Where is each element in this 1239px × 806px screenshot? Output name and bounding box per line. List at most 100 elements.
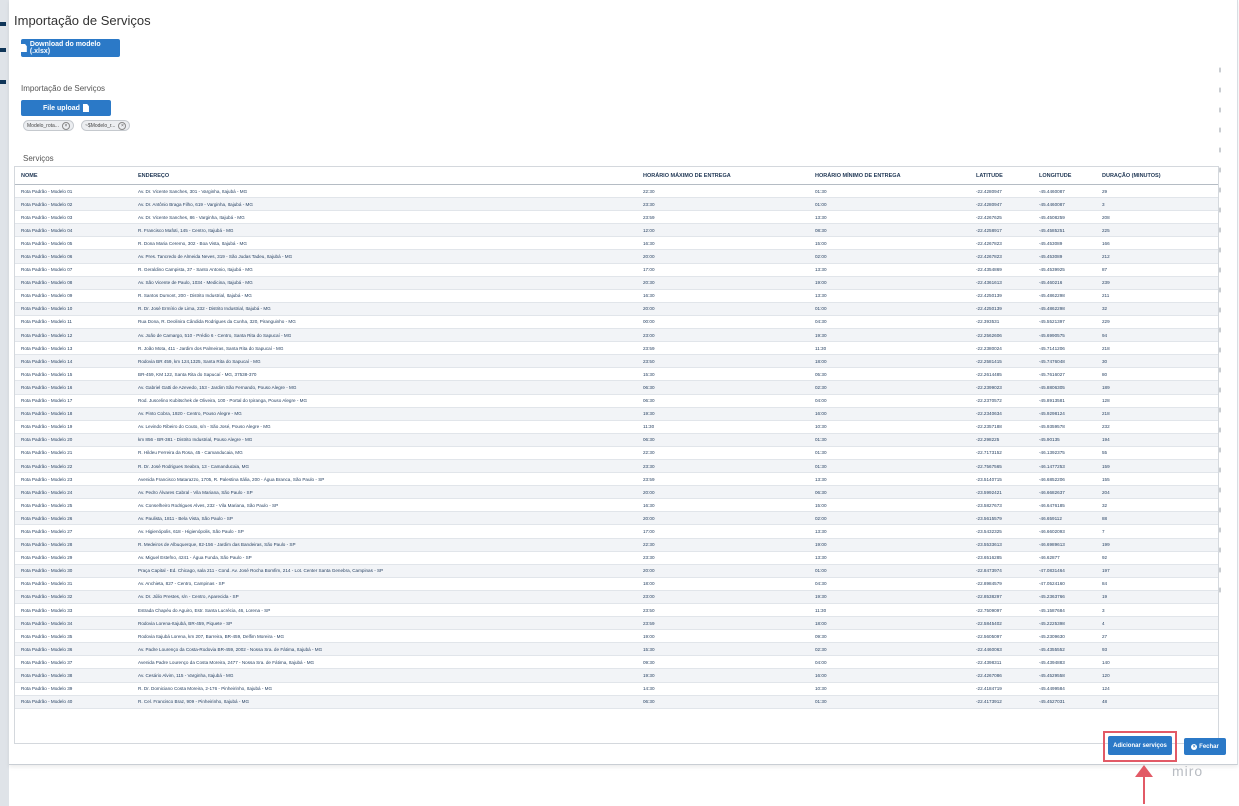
table-row[interactable]: Rota Padrão - Modelo 12 Av. João de Camar…	[15, 328, 1218, 343]
table-cell: 87	[1096, 263, 1218, 277]
table-row[interactable]: Rota Padrão - Modelo 01 Av. Dr. Vicente S…	[15, 184, 1218, 199]
remove-file-icon[interactable]: ×	[61, 121, 70, 130]
remove-file-icon[interactable]: ×	[118, 121, 127, 130]
table-row[interactable]: Rota Padrão - Modelo 18 Av. Pinto Cobra, …	[15, 407, 1218, 421]
table-row[interactable]: Rota Padrão - Modelo 06 Av. Pres. Tancred…	[15, 249, 1218, 264]
table-cell: 92	[1096, 551, 1218, 565]
table-cell: Rota Padrão - Modelo 29	[15, 551, 132, 565]
table-row[interactable]: Rota Padrão - Modelo 22 R. Dr. José Rodri…	[15, 459, 1218, 474]
table-row[interactable]: Rota Padrão - Modelo 24 Av. Pedro Álvares…	[15, 485, 1218, 500]
table-cell: 93	[1096, 642, 1218, 657]
table-cell: -45.4355552	[1033, 642, 1096, 657]
table-cell: 06:30	[809, 485, 970, 500]
table-cell: -45.4394883	[1033, 655, 1096, 670]
table-cell: -46.62877	[1033, 551, 1096, 565]
table-cell: -23.5140715	[970, 472, 1033, 487]
table-row[interactable]: Rota Padrão - Modelo 40 R. Cel. Francisco…	[15, 695, 1218, 709]
table-cell: 232	[1096, 420, 1218, 434]
table-row[interactable]: Rota Padrão - Modelo 11 Rua Dona, R. Deol…	[15, 315, 1218, 330]
table-cell: -46.6989613	[1033, 538, 1096, 552]
file-upload-button[interactable]: File upload	[21, 100, 111, 116]
table-cell: 18:00	[809, 354, 970, 369]
table-row[interactable]: Rota Padrão - Modelo 26 Av. Paulista, 181…	[15, 511, 1218, 526]
table-row[interactable]: Rota Padrão - Modelo 30 Praça Capital - E…	[15, 564, 1218, 578]
table-cell: -22.4280947	[970, 197, 1033, 212]
table-row[interactable]: Rota Padrão - Modelo 10 R. Dr. José Ermír…	[15, 302, 1218, 316]
table-cell: 01:00	[809, 302, 970, 316]
table-row[interactable]: Rota Padrão - Modelo 09 R. Santos Dumont,…	[15, 289, 1218, 303]
table-cell: Rota Padrão - Modelo 03	[15, 210, 132, 225]
table-cell: Rota Padrão - Modelo 21	[15, 446, 132, 460]
table-cell: -45.4862298	[1033, 289, 1096, 303]
column-header-duracao[interactable]: DURAÇÃO (MINUTOS)	[1096, 167, 1218, 185]
table-row[interactable]: Rota Padrão - Modelo 08 Av. São Vicente d…	[15, 276, 1218, 290]
table-cell: 16:00	[809, 668, 970, 683]
table-row[interactable]: Rota Padrão - Modelo 28 R. Medeiros de Al…	[15, 538, 1218, 552]
table-cell: -45.460216	[1033, 276, 1096, 290]
add-services-button[interactable]: Adicionar serviços	[1108, 736, 1172, 755]
table-row[interactable]: Rota Padrão - Modelo 33 Estrada Chapéu do…	[15, 603, 1218, 618]
table-row[interactable]: Rota Padrão - Modelo 21 R. Hildeu Ferreir…	[15, 446, 1218, 460]
table-cell: -45.4529558	[1033, 668, 1096, 683]
table-row[interactable]: Rota Padrão - Modelo 34 Rodovia Lorena-It…	[15, 616, 1218, 631]
table-row[interactable]: Rota Padrão - Modelo 23 Avenida Francisco…	[15, 472, 1218, 487]
table-row[interactable]: Rota Padrão - Modelo 32 Av. Dr. Júlio Pre…	[15, 590, 1218, 605]
table-row[interactable]: Rota Padrão - Modelo 03 Av. Dr. Vicente S…	[15, 210, 1218, 225]
table-cell: 15:00	[809, 236, 970, 251]
table-row[interactable]: Rota Padrão - Modelo 25 Av. Conselheiro R…	[15, 498, 1218, 513]
uploaded-file-chip[interactable]: ~$Modelo_r... ×	[81, 120, 131, 131]
table-row[interactable]: Rota Padrão - Modelo 31 Av. Anchieta, 827…	[15, 577, 1218, 591]
table-row[interactable]: Rota Padrão - Modelo 19 Av. Levindo Ribei…	[15, 420, 1218, 434]
table-row[interactable]: Rota Padrão - Modelo 05 R. Dona Maria Cer…	[15, 236, 1218, 251]
table-cell: -23.6516285	[970, 551, 1033, 565]
table-cell: R. Francisco Mafoti, 145 - Centro, Itaju…	[132, 223, 637, 238]
download-template-button[interactable]: Download do modelo (.xlsx)	[21, 39, 120, 57]
table-cell: 11:30	[809, 341, 970, 356]
download-template-label: Download do modelo (.xlsx)	[29, 41, 101, 55]
table-row[interactable]: Rota Padrão - Modelo 02 Av. Dr. Antônio B…	[15, 197, 1218, 212]
table-row[interactable]: Rota Padrão - Modelo 04 R. Francisco Mafo…	[15, 223, 1218, 238]
table-row[interactable]: Rota Padrão - Modelo 36 Av. Padre Lourenç…	[15, 642, 1218, 657]
table-row[interactable]: Rota Padrão - Modelo 29 Av. Miguel Estefn…	[15, 551, 1218, 565]
table-cell: 05:30	[809, 367, 970, 382]
table-cell: -22.4354869	[970, 263, 1033, 277]
table-row[interactable]: Rota Padrão - Modelo 35 Rodovia Itajubá L…	[15, 629, 1218, 644]
table-row[interactable]: Rota Padrão - Modelo 13 R. João Mota, 411…	[15, 341, 1218, 356]
table-cell: -22.8538297	[970, 590, 1033, 605]
table-cell: 23:30	[637, 197, 809, 212]
column-header-horario-maximo[interactable]: HORÁRIO MÁXIMO DE ENTREGA	[637, 167, 809, 185]
column-header-longitude[interactable]: LONGITUDE	[1033, 167, 1096, 185]
table-cell: 06:30	[637, 433, 809, 447]
chip-label: ~$Modelo_r...	[85, 122, 116, 129]
table-cell: -22.5605097	[970, 629, 1033, 644]
table-row[interactable]: Rota Padrão - Modelo 37 Avenida Padre Lou…	[15, 655, 1218, 670]
table-row[interactable]: Rota Padrão - Modelo 17 Rod. Juscelino Ku…	[15, 394, 1218, 408]
close-button[interactable]: × Fechar	[1184, 738, 1226, 755]
table-row[interactable]: Rota Padrão - Modelo 16 Av. Gabriel Gatti…	[15, 380, 1218, 395]
column-header-latitude[interactable]: LATITUDE	[970, 167, 1033, 185]
table-row[interactable]: Rota Padrão - Modelo 27 Av. Higienópolis,…	[15, 524, 1218, 539]
table-cell: 20:00	[637, 302, 809, 316]
table-cell: -46.6476185	[1033, 498, 1096, 513]
table-cell: 19:00	[637, 629, 809, 644]
table-row[interactable]: Rota Padrão - Modelo 39 R. Dr. Domiciano …	[15, 682, 1218, 696]
table-row[interactable]: Rota Padrão - Modelo 07 R. Geraldino Camp…	[15, 263, 1218, 277]
uploaded-file-chip[interactable]: Modelo_rota... ×	[23, 120, 74, 131]
close-icon: ×	[1191, 743, 1198, 750]
table-cell: Rota Padrão - Modelo 06	[15, 249, 132, 264]
column-header-nome[interactable]: NOME	[15, 167, 132, 185]
table-cell: 13:30	[809, 263, 970, 277]
table-cell: 48	[1096, 695, 1218, 709]
table-cell: -23.5615579	[970, 511, 1033, 526]
table-cell: 04:30	[809, 577, 970, 591]
table-cell: 88	[1096, 511, 1218, 526]
table-cell: 20:30	[637, 276, 809, 290]
table-cell: Rota Padrão - Modelo 01	[15, 184, 132, 199]
table-cell: 4	[1096, 616, 1218, 631]
table-row[interactable]: Rota Padrão - Modelo 38 Av. Cesário Alvim…	[15, 668, 1218, 683]
table-row[interactable]: Rota Padrão - Modelo 20 km 856 - BR-381 -…	[15, 433, 1218, 447]
table-row[interactable]: Rota Padrão - Modelo 14 Rodovia BR 459, k…	[15, 354, 1218, 369]
table-row[interactable]: Rota Padrão - Modelo 15 BR-459, KM 122, S…	[15, 367, 1218, 382]
column-header-horario-minimo[interactable]: HORÁRIO MÍNIMO DE ENTREGA	[809, 167, 970, 185]
column-header-endereco[interactable]: ENDEREÇO	[132, 167, 637, 185]
